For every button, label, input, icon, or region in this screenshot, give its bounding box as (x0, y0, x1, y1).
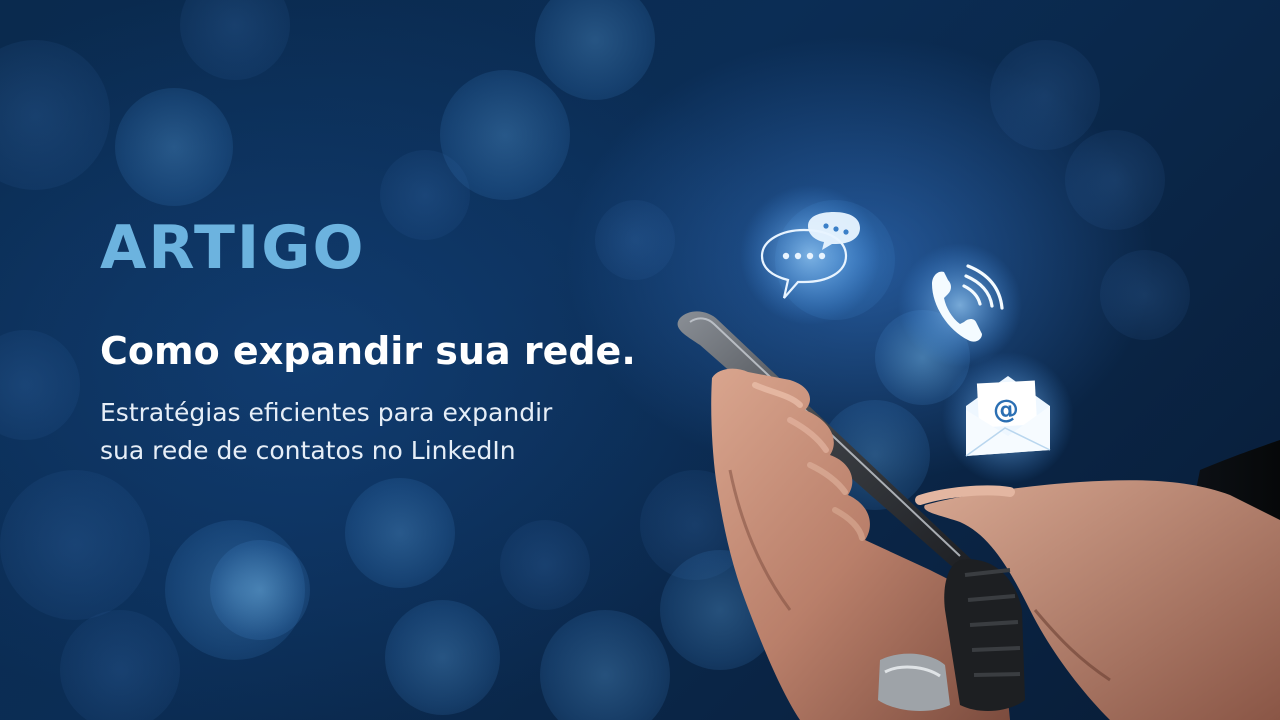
chat-bubbles-icon (740, 185, 880, 325)
email-icon: @ (942, 352, 1074, 484)
page-title: Como expandir sua rede. (100, 329, 636, 373)
phone-icon (898, 243, 1022, 367)
banner: @ ARTIGO Como expandir sua rede. Estraté… (0, 0, 1280, 720)
article-tag: ARTIGO (100, 213, 366, 283)
subtitle-line-1: Estratégias eficientes para expandir (100, 398, 553, 427)
subtitle-line-2: sua rede de contatos no LinkedIn (100, 436, 516, 465)
article-subtitle: Estratégias eficientes para expandir sua… (100, 394, 620, 470)
svg-text:@: @ (992, 394, 1020, 425)
